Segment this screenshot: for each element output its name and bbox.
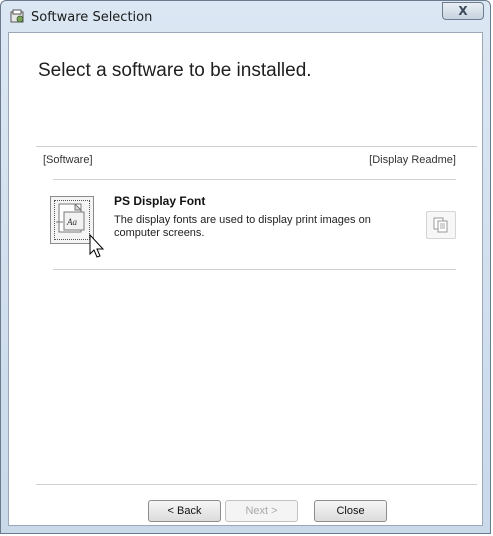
- software-item-name: PS Display Font: [114, 194, 206, 208]
- software-selection-window: Software Selection X Select a software t…: [0, 0, 491, 534]
- title-bar: Software Selection X: [1, 1, 490, 33]
- window-title: Software Selection: [31, 10, 153, 25]
- software-column-header: [Software]: [43, 154, 93, 166]
- display-readme-button[interactable]: [426, 211, 456, 239]
- software-item-description: The display fonts are used to display pr…: [114, 214, 371, 239]
- install-ps-display-font-button[interactable]: Aa: [50, 196, 94, 244]
- page-heading: Select a software to be installed.: [38, 60, 312, 81]
- readme-column-header: [Display Readme]: [369, 154, 456, 166]
- mouse-cursor-icon: [89, 234, 105, 258]
- divider: [53, 269, 456, 270]
- font-package-icon: Aa: [56, 203, 85, 233]
- back-button[interactable]: < Back: [148, 500, 221, 522]
- divider: [36, 146, 477, 147]
- next-button[interactable]: Next >: [225, 500, 298, 522]
- close-icon: X: [458, 4, 468, 18]
- dialog-client-area: Select a software to be installed. [Soft…: [8, 32, 483, 526]
- window-close-button[interactable]: X: [442, 2, 484, 20]
- divider: [36, 484, 477, 485]
- svg-text:Aa: Aa: [66, 217, 77, 227]
- app-icon: [10, 9, 24, 23]
- readme-document-icon: [433, 217, 448, 233]
- close-button[interactable]: Close: [314, 500, 387, 522]
- divider: [53, 179, 456, 180]
